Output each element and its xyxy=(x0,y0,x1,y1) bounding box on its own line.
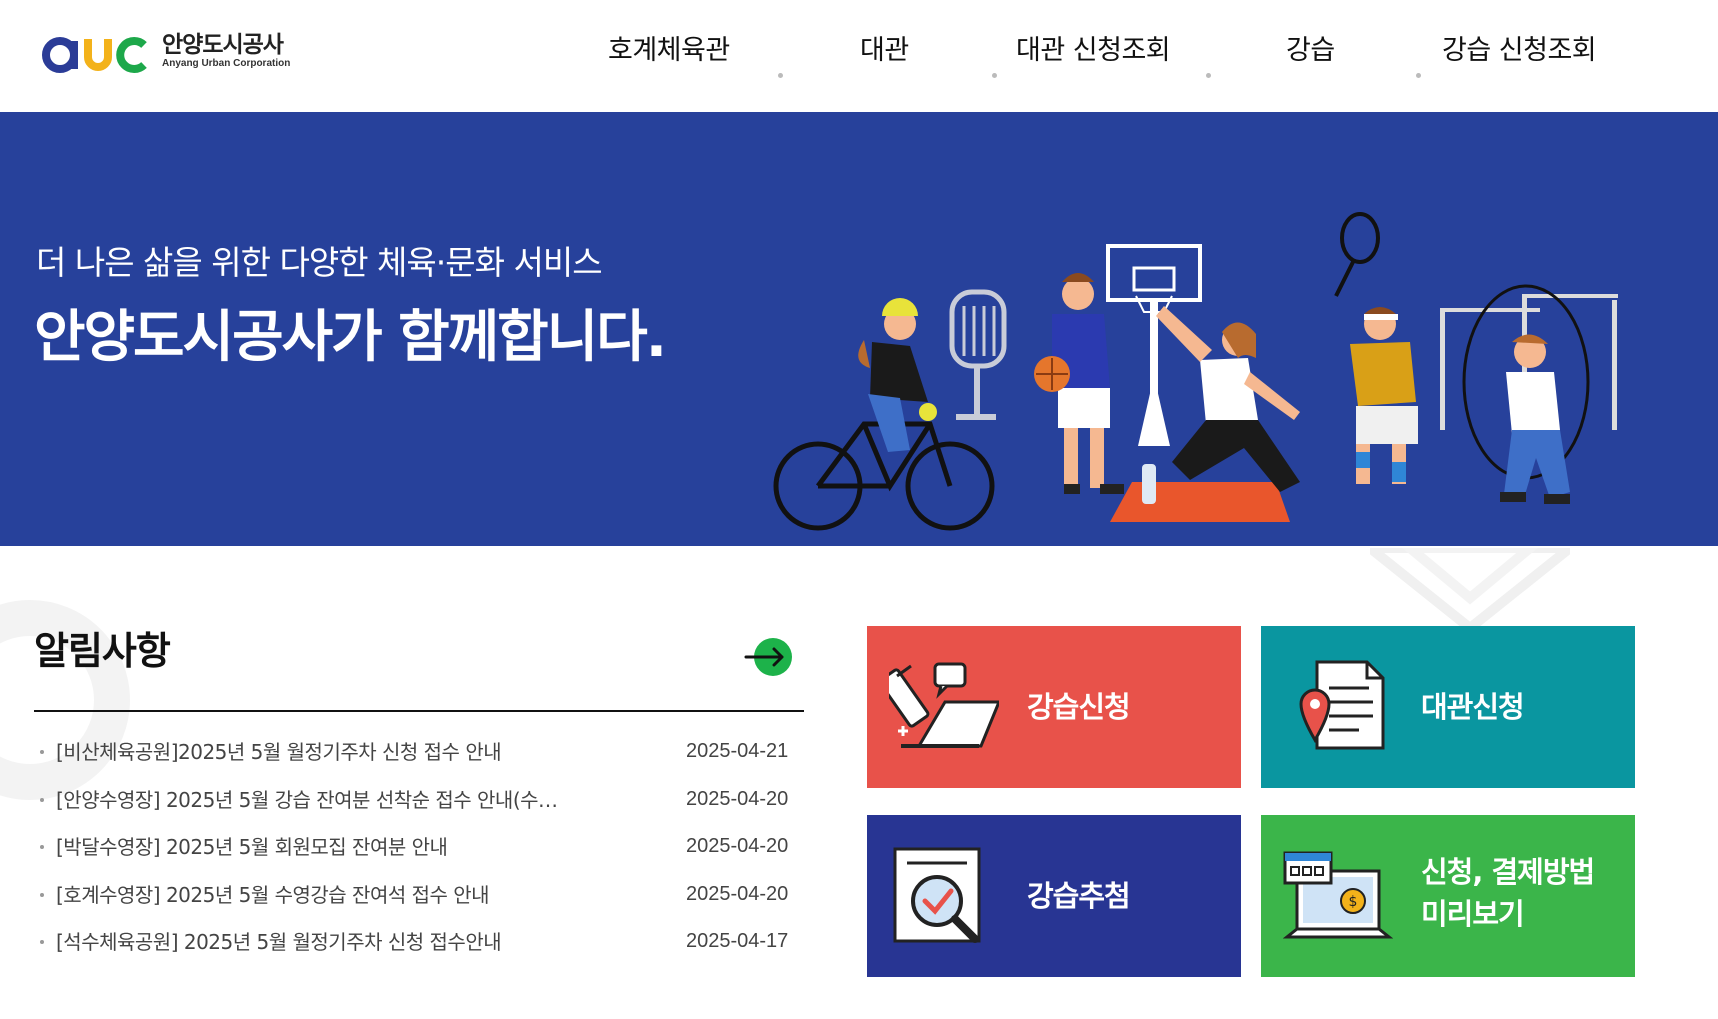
nav-item-hogye-gym[interactable]: 호계체육관 xyxy=(608,26,730,76)
logo-english: Anyang Urban Corporation xyxy=(162,58,291,69)
nav-item-rental[interactable]: 대관 xyxy=(860,26,909,76)
bullet-icon xyxy=(40,797,44,802)
rental-apply-tile[interactable]: 대관신청 xyxy=(1261,626,1635,788)
notice-item-title[interactable]: [비산체육공원]2025년 5월 월정기주차 신청 접수 안내 xyxy=(56,736,576,765)
lesson-draw-label: 강습추첨 xyxy=(1027,879,1131,913)
lesson-apply-label: 강습신청 xyxy=(1027,690,1131,724)
nav-item-rental-inquiry[interactable]: 대관 신청조회 xyxy=(1016,26,1171,76)
site-header: 안양도시공사 Anyang Urban Corporation 호계체육관 대관… xyxy=(0,0,1718,112)
site-logo[interactable]: 안양도시공사 Anyang Urban Corporation xyxy=(42,26,302,76)
bullet-icon xyxy=(40,940,44,944)
sports-illustration xyxy=(773,212,1618,531)
rental-apply-label: 대관신청 xyxy=(1421,690,1525,724)
decorative-triangle xyxy=(1370,548,1570,628)
pencil-laptop-icon xyxy=(889,662,999,748)
notice-item-title[interactable]: [박달수영장] 2025년 5월 회원모집 잔여분 안내 xyxy=(56,831,576,860)
notice-item-date: 2025-04-20 xyxy=(686,882,789,905)
notice-divider xyxy=(34,710,804,712)
svg-text:$: $ xyxy=(1349,894,1358,910)
magnifier-check-icon xyxy=(893,847,981,943)
nav-separator xyxy=(992,73,997,78)
nav-separator xyxy=(1206,73,1211,78)
nav-item-lesson[interactable]: 강습 xyxy=(1286,26,1335,76)
main-nav: 호계체육관 대관 대관 신청조회 강습 강습 신청조회 xyxy=(560,26,1670,78)
notice-item[interactable]: [비산체육공원]2025년 5월 월정기주차 신청 접수 안내 2025-04-… xyxy=(34,736,804,784)
nav-separator xyxy=(778,73,783,78)
notice-item[interactable]: [호계수영장] 2025년 5월 수영강습 잔여석 접수 안내 2025-04-… xyxy=(34,879,804,927)
auc-logo-icon xyxy=(42,37,147,73)
bullet-icon xyxy=(40,845,44,849)
notice-list: [비산체육공원]2025년 5월 월정기주차 신청 접수 안내 2025-04-… xyxy=(34,736,804,974)
notice-item-title[interactable]: [석수체육공원] 2025년 5월 월정기주차 신청 접수안내 xyxy=(56,926,576,955)
arrow-right-icon xyxy=(744,647,784,667)
banner-subtitle: 더 나은 삶을 위한 다양한 체육·문화 서비스 xyxy=(36,243,603,282)
nav-item-lesson-inquiry[interactable]: 강습 신청조회 xyxy=(1442,26,1597,76)
notice-item-title[interactable]: [호계수영장] 2025년 5월 수영강습 잔여석 접수 안내 xyxy=(56,879,576,908)
logo-korean: 안양도시공사 xyxy=(162,32,284,58)
hero-banner: 더 나은 삶을 위한 다양한 체육·문화 서비스 안양도시공사가 함께합니다. xyxy=(0,112,1718,546)
notice-item[interactable]: [안양수영장] 2025년 5월 강습 잔여분 선착순 접수 안내(수… 202… xyxy=(34,784,804,832)
banner-title: 안양도시공사가 함께합니다. xyxy=(34,305,667,370)
notice-item[interactable]: [석수체육공원] 2025년 5월 월정기주차 신청 접수안내 2025-04-… xyxy=(34,926,804,974)
notice-item-date: 2025-04-17 xyxy=(686,930,789,952)
notice-more-button[interactable] xyxy=(744,638,792,676)
notice-item-date: 2025-04-21 xyxy=(686,740,789,762)
notice-item-date: 2025-04-20 xyxy=(686,835,789,857)
document-pin-icon xyxy=(1299,660,1385,750)
payment-preview-tile[interactable]: $ 신청, 결제방법 미리보기 xyxy=(1261,815,1635,977)
payment-preview-label-line1: 신청, 결제방법 xyxy=(1421,855,1595,889)
nav-separator xyxy=(1416,73,1421,78)
logo-text: 안양도시공사 Anyang Urban Corporation xyxy=(162,32,290,70)
lesson-draw-tile[interactable]: 강습추첨 xyxy=(867,815,1241,977)
payment-screen-icon: $ xyxy=(1283,851,1393,939)
notice-item-date: 2025-04-20 xyxy=(686,787,789,810)
notice-title: 알림사항 xyxy=(34,629,171,673)
notice-board: 알림사항 [비산체육공원]2025년 5월 월정기주차 신청 접수 안내 202… xyxy=(34,620,804,954)
lesson-apply-tile[interactable]: 강습신청 xyxy=(867,626,1241,788)
bullet-icon xyxy=(40,892,44,897)
notice-item[interactable]: [박달수영장] 2025년 5월 회원모집 잔여분 안내 2025-04-20 xyxy=(34,831,804,879)
bullet-icon xyxy=(40,750,44,754)
payment-preview-label-line2: 미리보기 xyxy=(1421,897,1525,931)
notice-item-title[interactable]: [안양수영장] 2025년 5월 강습 잔여분 선착순 접수 안내(수… xyxy=(56,784,576,813)
